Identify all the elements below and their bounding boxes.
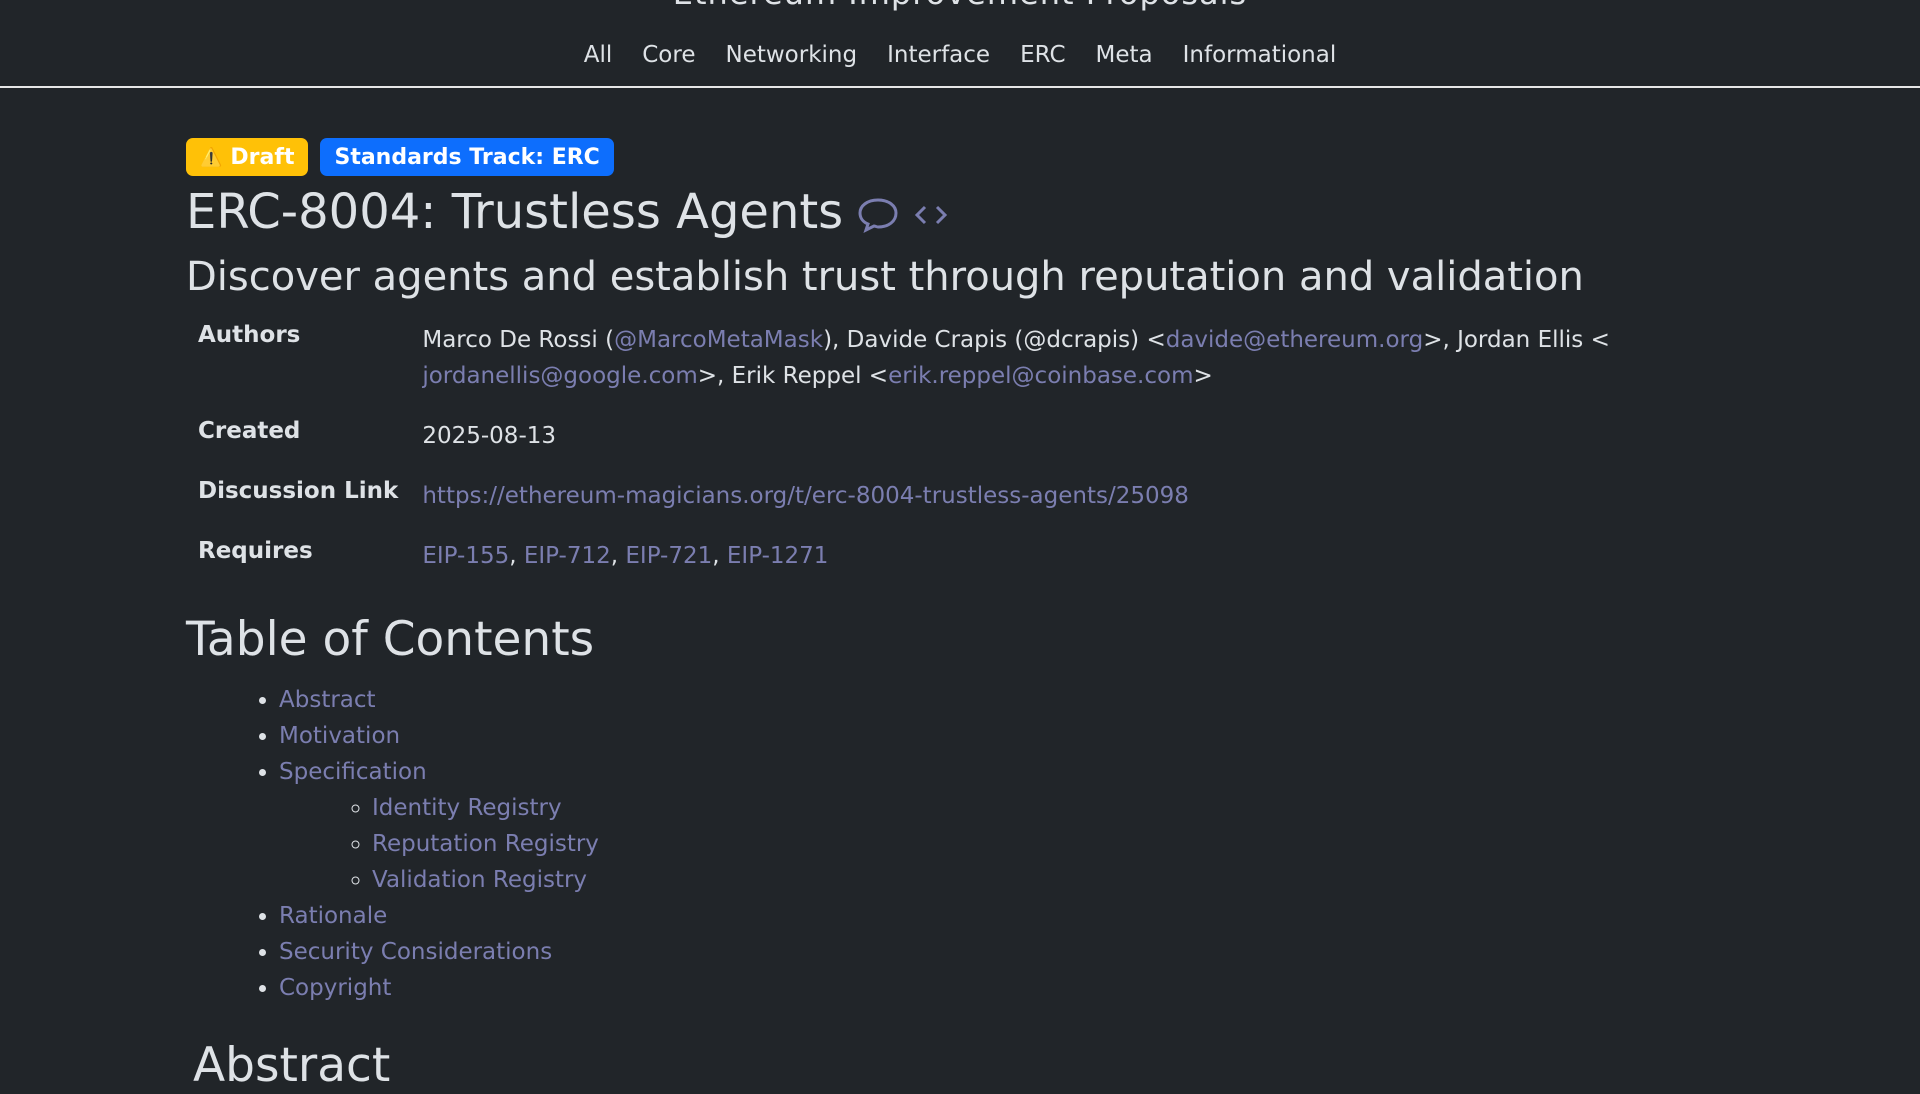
main-content: ⚠️ Draft Standards Track: ERC ERC-8004: … [186,138,1746,1094]
nav-item-core[interactable]: Core [642,42,695,68]
authors-value: Marco De Rossi (@MarcoMetaMask), Davide … [422,322,1692,394]
author-text: >, Jordan Ellis < [1423,327,1610,353]
draft-badge-label: Draft [230,144,295,170]
toc-link-validation-registry[interactable]: Validation Registry [372,867,587,893]
table-of-contents: Abstract Motivation Specification Identi… [186,682,1746,1006]
code-icon[interactable] [913,201,949,233]
toc-subitem: Validation Registry [372,862,1746,898]
requires-label: Requires [198,538,313,564]
author-link-marco[interactable]: @MarcoMetaMask [614,327,823,353]
requires-row: Requires EIP-155, EIP-712, EIP-721, EIP-… [186,514,1692,574]
title-row: ERC-8004: Trustless Agents [186,180,1746,240]
toc-item: Motivation [279,718,1746,754]
discussion-link[interactable]: https://ethereum-magicians.org/t/erc-800… [422,483,1189,509]
nav-item-erc[interactable]: ERC [1020,42,1065,68]
requires-link-eip-1271[interactable]: EIP-1271 [727,543,829,569]
nav-item-meta[interactable]: Meta [1096,42,1153,68]
toc-heading: Table of Contents [186,612,595,667]
created-row: Created 2025-08-13 [186,394,1692,454]
requires-link-eip-721[interactable]: EIP-721 [625,543,712,569]
preamble-table: Authors Marco De Rossi (@MarcoMetaMask),… [186,322,1692,574]
abstract-heading: Abstract [193,1038,391,1093]
author-text: > [1193,363,1213,389]
nav-item-informational[interactable]: Informational [1183,42,1337,68]
author-email-erik[interactable]: erik.reppel@coinbase.com [888,363,1193,389]
author-email-jordan[interactable]: jordanellis@google.com [422,363,697,389]
created-value: 2025-08-13 [422,423,557,449]
warning-icon: ⚠️ [200,146,223,168]
toc-item: Rationale [279,898,1746,934]
nav-item-all[interactable]: All [584,42,613,68]
nav-item-networking[interactable]: Networking [725,42,857,68]
toc-link-specification[interactable]: Specification [279,759,427,785]
status-badges: ⚠️ Draft Standards Track: ERC [186,138,1746,176]
toc-sublist: Identity Registry Reputation Registry Va… [279,790,1746,898]
toc-subitem: Reputation Registry [372,826,1746,862]
comment-icon[interactable] [857,196,899,238]
discussion-label: Discussion Link [198,478,399,504]
toc-link-identity-registry[interactable]: Identity Registry [372,795,562,821]
category-nav: All Core Networking Interface ERC Meta I… [0,42,1920,68]
toc-item: Abstract [279,682,1746,718]
top-navbar: Ethereum Improvement Proposals All Core … [0,0,1920,88]
toc-link-reputation-registry[interactable]: Reputation Registry [372,831,599,857]
author-email-davide[interactable]: davide@ethereum.org [1166,327,1423,353]
toc-link-security-considerations[interactable]: Security Considerations [279,939,552,965]
standards-track-badge[interactable]: Standards Track: ERC [320,138,614,176]
toc-subitem: Identity Registry [372,790,1746,826]
page-title: ERC-8004: Trustless Agents [186,184,844,240]
discussion-row: Discussion Link https://ethereum-magicia… [186,454,1692,514]
requires-value: EIP-155, EIP-712, EIP-721, EIP-1271 [422,543,829,569]
toc-item: Copyright [279,970,1746,1006]
page-subtitle: Discover agents and establish trust thro… [186,254,1584,300]
toc-link-copyright[interactable]: Copyright [279,975,391,1001]
author-text: >, Erik Reppel < [697,363,889,389]
authors-row: Authors Marco De Rossi (@MarcoMetaMask),… [186,322,1692,394]
toc-link-motivation[interactable]: Motivation [279,723,400,749]
nav-item-interface[interactable]: Interface [887,42,990,68]
created-label: Created [198,418,301,444]
toc-link-abstract[interactable]: Abstract [279,687,376,713]
author-text: ), Davide Crapis (@dcrapis) < [823,327,1166,353]
requires-link-eip-155[interactable]: EIP-155 [422,543,509,569]
draft-badge[interactable]: ⚠️ Draft [186,138,309,176]
requires-link-eip-712[interactable]: EIP-712 [524,543,611,569]
toc-item: Security Considerations [279,934,1746,970]
author-text: Marco De Rossi ( [422,327,615,353]
title-actions [857,196,949,238]
toc-link-rationale[interactable]: Rationale [279,903,387,929]
authors-label: Authors [198,322,301,348]
discussion-value: https://ethereum-magicians.org/t/erc-800… [422,454,1692,514]
site-title[interactable]: Ethereum Improvement Proposals [0,0,1920,12]
toc-item: Specification Identity Registry Reputati… [279,754,1746,898]
